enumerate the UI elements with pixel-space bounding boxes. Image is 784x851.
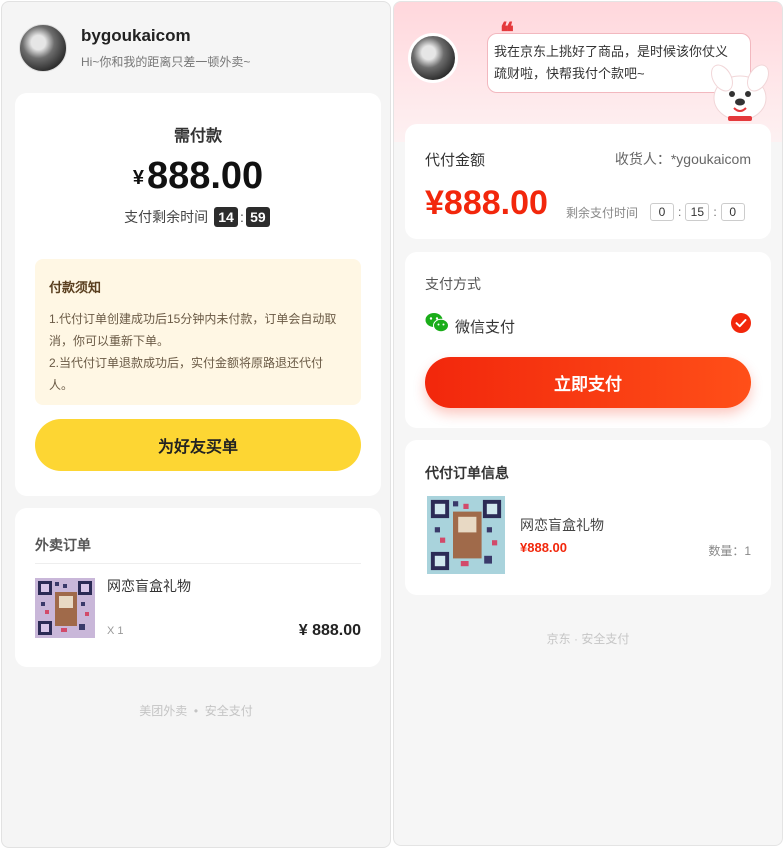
amount-label: 代付金额 [425, 152, 486, 169]
timer-separator: : [713, 205, 717, 219]
remaining-label: 剩余支付时间 [566, 205, 639, 220]
amount-card: 代付金额 收货人：*ygoukaicom ¥888.00 剩余支付时间 0 : … [405, 124, 771, 239]
payment-method-card: 支付方式 微信支付 立即支付 [405, 252, 771, 428]
order-title: 代付订单信息 [425, 465, 509, 481]
amount-value: ¥888.00 [425, 184, 548, 222]
item-name: 网恋盲盒礼物 [107, 578, 191, 594]
wechat-icon [425, 313, 449, 333]
footer-secure: 安全支付 [204, 704, 253, 718]
user-info: bygoukaicom Hi~你和我的距离只差一顿外卖~ [81, 26, 250, 70]
check-icon[interactable] [731, 313, 751, 333]
meituan-pay-panel: bygoukaicom Hi~你和我的距离只差一顿外卖~ 需付款 ¥888.00… [1, 1, 391, 848]
timer-seconds: 0 [720, 203, 745, 221]
timer-label: 支付剩余时间 [124, 209, 209, 225]
amount-value: 888.00 [146, 155, 264, 197]
payment-amount: ¥888.00 [15, 155, 381, 198]
method-title: 支付方式 [425, 276, 481, 292]
timer-seconds: 59 [245, 207, 270, 227]
qr-thumbnail [427, 496, 505, 574]
payment-timer: 支付剩余时间 14:59 [15, 207, 381, 227]
footer: 美团外卖 • 安全支付 [2, 702, 390, 719]
username: bygoukaicom [81, 26, 191, 45]
footer-dot: • [193, 704, 199, 718]
item-price: ¥888.00 [520, 540, 567, 555]
quote-icon: ❝ [500, 18, 514, 48]
order-info-card: 代付订单信息 网恋盲盒礼物 ¥888.00 数量：1 [405, 440, 771, 595]
avatar [408, 33, 458, 83]
timer-separator: : [678, 205, 682, 219]
order-card: 外卖订单 网恋盲盒礼物 X 1 ¥ 888.00 [15, 508, 381, 667]
payment-notice: 付款须知 1.代付订单创建成功后15分钟内未付款，订单会自动取 消，你可以重新下… [35, 259, 361, 405]
greeting: Hi~你和我的距离只差一顿外卖~ [81, 55, 251, 69]
jd-pay-panel: 我在京东上挑好了商品，是时候该你仗义 疏财啦，快帮我付个款吧~ ❝ 代付金额 收… [393, 1, 783, 846]
timer-minutes: 14 [214, 207, 238, 227]
receiver: 收货人：*ygoukaicom [614, 151, 751, 167]
remaining-time: 剩余支付时间 0 : 15 : 0 [566, 203, 745, 221]
payment-card: 需付款 ¥888.00 支付剩余时间 14:59 付款须知 1.代付订单创建成功… [15, 93, 381, 496]
timer-separator: : [240, 209, 244, 225]
notice-title: 付款须知 [49, 280, 102, 295]
wechat-pay-label[interactable]: 微信支付 [455, 316, 515, 337]
notice-line: 消，你可以重新下单。 [49, 334, 170, 348]
jd-mascot-icon [711, 64, 769, 121]
footer: 京东 · 安全支付 [546, 632, 630, 646]
user-header: bygoukaicom Hi~你和我的距离只差一顿外卖~ [19, 24, 250, 72]
item-name: 网恋盲盒礼物 [520, 517, 604, 533]
avatar [19, 24, 67, 72]
order-title: 外卖订单 [35, 537, 91, 553]
item-quantity: 数量：1 [708, 544, 751, 558]
timer-hours: 0 [650, 203, 675, 221]
notice-line: 2.当代付订单退款成功后，实付金额将原路退还代付 [49, 356, 324, 370]
item-price: ¥ 888.00 [298, 622, 361, 639]
timer-minutes: 15 [685, 203, 710, 221]
currency-symbol: ¥ [132, 167, 144, 189]
qr-thumbnail [35, 578, 95, 638]
payment-title: 需付款 [173, 128, 222, 145]
pay-now-button[interactable]: 立即支付 [425, 357, 751, 408]
notice-line: 人。 [49, 378, 74, 392]
item-quantity: X 1 [107, 625, 124, 637]
notice-line: 1.代付订单创建成功后15分钟内未付款，订单会自动取 [49, 312, 337, 326]
footer-brand: 美团外卖 [139, 704, 188, 718]
divider [35, 563, 361, 564]
buy-for-friend-button[interactable]: 为好友买单 [35, 419, 361, 471]
